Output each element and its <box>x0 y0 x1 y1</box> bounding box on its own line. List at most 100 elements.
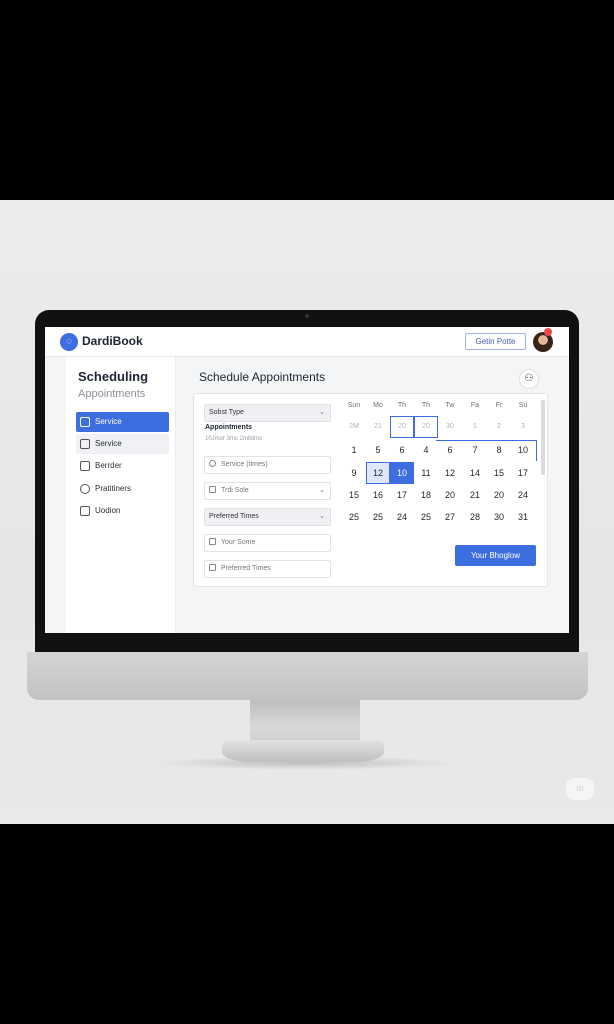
calendar-day[interactable]: 25 <box>366 506 390 528</box>
weekday-header: Fa <box>470 402 480 409</box>
preferred-times-label: Preferred Times <box>209 513 259 520</box>
check-icon <box>80 506 90 516</box>
weekday-header: Mo <box>373 402 383 409</box>
calendar-day[interactable]: 30 <box>438 416 462 438</box>
calendar-day[interactable]: 17 <box>390 484 414 506</box>
calendar-day[interactable]: 21 <box>366 416 390 438</box>
weekday-header: Th <box>421 402 431 409</box>
app-title: DardiBook <box>82 334 143 348</box>
calendar-day[interactable]: 16 <box>366 484 390 506</box>
document-icon <box>209 538 216 545</box>
calendar-icon <box>209 486 216 493</box>
logo-icon: ◌ <box>60 333 78 351</box>
weekday-header: Fr <box>495 402 503 409</box>
calendar-day[interactable]: 6 <box>438 439 462 461</box>
weekday-header: Tw <box>445 402 455 409</box>
schedule-card: Sobst Type ⌄ Appointments 10Jmor 3mc 2ml… <box>193 393 548 587</box>
monitor-stand-neck <box>250 700 360 744</box>
sidebar-item-service-2[interactable]: Service <box>76 434 169 454</box>
service-times-label: Service (times) <box>221 461 268 468</box>
calendar-day[interactable]: 17 <box>511 462 535 484</box>
calendar-day[interactable]: 11 <box>414 462 438 484</box>
calendar-day[interactable]: 2 <box>487 416 511 438</box>
calendar-day[interactable]: 1 <box>463 416 487 438</box>
calendar-day[interactable]: 12 <box>438 462 462 484</box>
calendar-day[interactable]: 2M <box>342 416 366 438</box>
chevron-down-icon: ⌄ <box>319 487 325 494</box>
calendar-day[interactable]: 15 <box>342 484 366 506</box>
trdi-sole-dropdown[interactable]: Trdi Sole ⌄ <box>204 482 331 500</box>
calendar: Your Bhoglow Sun Mo Th Th Tw Fa Fr Su 2M 21 20 20 30… <box>342 394 547 588</box>
monitor-chin <box>27 652 588 700</box>
preferred-times-dropdown[interactable]: Preferred Times ⌄ <box>204 508 331 526</box>
preferred-times-field-label: Preferred Times <box>221 565 271 572</box>
calendar-day[interactable]: 8 <box>487 439 511 461</box>
calendar-day[interactable]: 7 <box>463 439 487 461</box>
top-action-button[interactable]: Getin Potte <box>465 333 526 350</box>
sidebar-item-label: Service <box>95 439 122 448</box>
calendar-day[interactable]: 4 <box>414 439 438 461</box>
sidebar-item-label: Pratitiners <box>95 484 132 493</box>
calendar-scrollbar[interactable] <box>541 400 545 475</box>
radio-icon <box>209 460 216 467</box>
appointments-subtext: 10Jmor 3mc 2mlldms <box>205 436 263 442</box>
calendar-day[interactable]: 25 <box>414 506 438 528</box>
sidebar-subtitle: Appointments <box>78 388 146 400</box>
calendar-day[interactable]: 1 <box>342 439 366 461</box>
sidebar-item-pratitiners[interactable]: Pratitiners <box>76 479 169 499</box>
calendar-day[interactable]: 10 <box>390 462 414 484</box>
calendar-day[interactable]: 25 <box>342 506 366 528</box>
submit-button[interactable]: Your Bhoglow <box>455 545 536 566</box>
check-icon <box>80 439 90 449</box>
calendar-day[interactable]: 30 <box>487 506 511 528</box>
lock-icon <box>80 417 90 427</box>
smile-icon <box>80 484 90 494</box>
select-type-dropdown[interactable]: Sobst Type ⌄ <box>204 404 331 422</box>
calendar-day[interactable]: 21 <box>463 484 487 506</box>
your-some-label: Your Some <box>221 539 256 546</box>
select-type-label: Sobst Type <box>209 409 244 416</box>
sidebar-item-berrder[interactable]: Berrder <box>76 456 169 476</box>
calendar-day[interactable]: 15 <box>487 462 511 484</box>
user-icon[interactable]: ⚇ <box>519 369 539 389</box>
watermark: ai <box>566 778 594 800</box>
sidebar-item-service[interactable]: Service <box>76 412 169 432</box>
sidebar-item-uodion[interactable]: Uodion <box>76 501 169 521</box>
monitor-bezel: ◌ DardiBook Getin Potte Scheduling Appoi… <box>35 310 579 652</box>
calendar-day[interactable]: 12 <box>366 462 390 484</box>
document-icon <box>209 564 216 571</box>
weekday-header: Sun <box>347 402 361 409</box>
calendar-day[interactable]: 14 <box>463 462 487 484</box>
page-title: Schedule Appointments <box>199 370 326 384</box>
calendar-day[interactable]: 28 <box>463 506 487 528</box>
service-times-option[interactable]: Service (times) <box>204 456 331 474</box>
chevron-down-icon: ⌄ <box>319 409 325 416</box>
calendar-day[interactable]: 20 <box>414 416 438 438</box>
calendar-day[interactable]: 24 <box>390 506 414 528</box>
calendar-day[interactable]: 20 <box>390 416 414 438</box>
top-bar: ◌ DardiBook Getin Potte <box>45 327 569 357</box>
app-screen: ◌ DardiBook Getin Potte Scheduling Appoi… <box>45 327 569 633</box>
monitor-stand-foot <box>222 740 384 762</box>
your-some-field[interactable]: Your Some <box>204 534 331 552</box>
calendar-day[interactable]: 20 <box>438 484 462 506</box>
photo-backdrop: ◌ DardiBook Getin Potte Scheduling Appoi… <box>0 200 614 824</box>
calendar-day[interactable]: 6 <box>390 439 414 461</box>
calendar-day[interactable]: 18 <box>414 484 438 506</box>
calendar-day[interactable]: 3 <box>511 416 535 438</box>
calendar-day[interactable]: 31 <box>511 506 535 528</box>
grid-icon <box>80 461 90 471</box>
calendar-day[interactable]: 20 <box>487 484 511 506</box>
calendar-day[interactable]: 27 <box>438 506 462 528</box>
chevron-down-icon: ⌄ <box>319 513 325 520</box>
calendar-day[interactable]: 24 <box>511 484 535 506</box>
calendar-day[interactable]: 5 <box>366 439 390 461</box>
sidebar: Scheduling Appointments Service Service … <box>66 357 176 633</box>
calendar-day[interactable]: 9 <box>342 462 366 484</box>
webcam <box>305 314 309 318</box>
calendar-day[interactable]: 10 <box>511 439 535 461</box>
preferred-times-field[interactable]: Preferred Times <box>204 560 331 578</box>
trdi-sole-label: Trdi Sole <box>221 487 249 494</box>
appointments-label: Appointments <box>205 424 253 431</box>
sidebar-item-label: Service <box>95 417 122 426</box>
